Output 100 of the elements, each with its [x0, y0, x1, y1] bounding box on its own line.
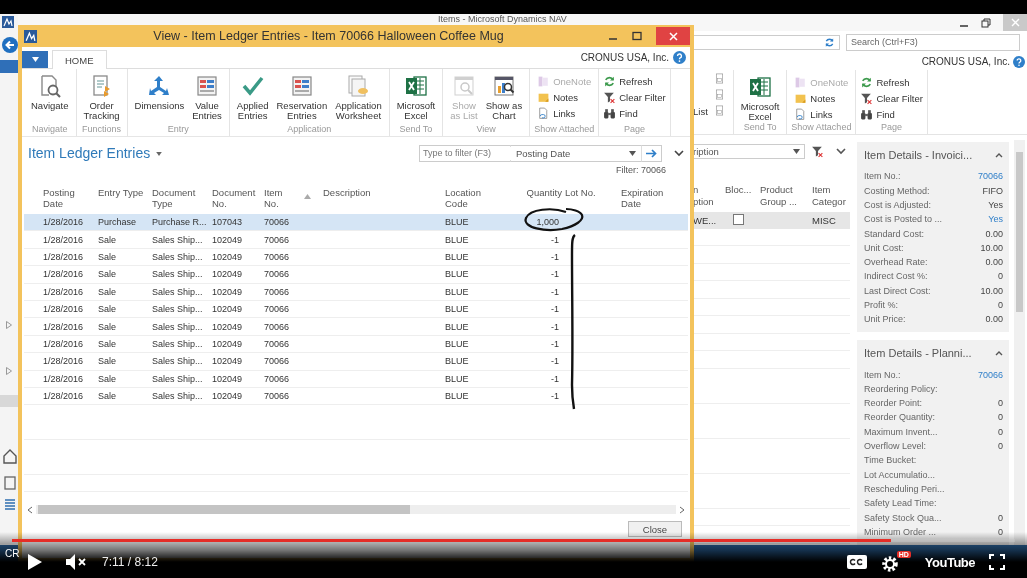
table-row[interactable]: 1/28/2016 Sale Sales Ship... 102049 70066 BLUE -1 — [24, 231, 688, 249]
dropdown-icon[interactable] — [156, 152, 163, 156]
table-row[interactable]: 1/28/2016 Sale Sales Ship... 102049 70066 BLUE -1 — [24, 266, 688, 284]
expand-icon[interactable] — [6, 367, 12, 375]
help-icon[interactable] — [1013, 55, 1025, 68]
table-cell-text: Sale — [98, 251, 117, 262]
table-cell-text: 70066 — [264, 338, 291, 349]
column-header[interactable]: Lot No. — [565, 187, 621, 214]
table-row[interactable]: 1/28/2016 Sale Sales Ship... 102049 70066 BLUE -1 — [24, 283, 688, 301]
ribbon-button[interactable]: Value Entries — [189, 71, 225, 124]
close-button[interactable]: Close — [628, 521, 682, 537]
refresh-icon[interactable] — [824, 36, 835, 48]
field-link[interactable]: 70066 — [977, 171, 1003, 182]
captions-button[interactable] — [846, 555, 867, 569]
collapse-icon[interactable] — [995, 151, 1003, 158]
back-button[interactable] — [2, 37, 18, 53]
play-button[interactable] — [28, 554, 42, 570]
ribbon-button[interactable]: Find — [603, 107, 666, 120]
ribbon-button[interactable]: Links — [537, 107, 592, 120]
table-row[interactable]: WE... MISC — [693, 212, 850, 230]
youtube-logo[interactable]: YouTube — [924, 554, 975, 570]
column-header[interactable]: Description — [323, 187, 445, 214]
column-header[interactable]: Document No. — [212, 187, 264, 214]
restore-button[interactable] — [981, 17, 991, 28]
ribbon-group-label: Application — [287, 124, 332, 136]
column-header[interactable]: Item Categor — [812, 184, 850, 213]
table-cell-text: -1 — [550, 269, 560, 280]
ribbon-button[interactable]: Notes — [537, 91, 592, 104]
search-field[interactable]: Search (Ctrl+F3) — [846, 33, 1020, 51]
table-row[interactable]: 1/28/2016 Purchase Purchase R... 107043 70066 BLUE 1,000 — [24, 214, 688, 232]
checkbox[interactable] — [733, 214, 744, 226]
scroll-left-icon[interactable] — [27, 505, 33, 514]
column-header[interactable]: Location Code — [445, 187, 515, 214]
table-cell-text: -1 — [550, 373, 560, 384]
column-header[interactable]: Posting Date — [43, 187, 98, 214]
table-cell-text: Sale — [98, 269, 117, 280]
help-icon[interactable] — [673, 51, 686, 64]
ribbon-button[interactable]: Dimensions — [131, 71, 188, 124]
ribbon-tab[interactable]: HOME — [52, 50, 107, 69]
muted-speaker-button[interactable] — [66, 554, 88, 570]
column-header[interactable]: Bloc... — [725, 184, 760, 213]
ribbon-button[interactable]: Applied Entries — [233, 71, 272, 124]
address-field[interactable] — [693, 34, 840, 50]
table-row[interactable]: 1/28/2016 Sale Sales Ship... 102049 70066 BLUE -1 — [24, 353, 688, 371]
table-cell-text: 70066 — [264, 286, 291, 297]
ribbon-button[interactable]: Refresh — [860, 76, 923, 90]
vertical-scrollbar[interactable] — [1014, 140, 1025, 545]
field-link[interactable]: 70066 — [977, 369, 1003, 380]
column-header[interactable]: n ption — [693, 184, 725, 213]
fullscreen-button[interactable] — [989, 554, 1005, 570]
field-link[interactable]: Yes — [988, 214, 1003, 225]
filter-column-select[interactable]: Posting Date — [511, 144, 642, 162]
column-header[interactable]: Product Group ... — [760, 184, 812, 213]
maximize-button[interactable] — [632, 31, 642, 41]
table-cell-text: 70066 — [264, 234, 291, 245]
filter-field-select[interactable]: ription — [693, 144, 805, 160]
table-cell-text: 107043 — [212, 217, 244, 228]
apply-filter-button[interactable] — [642, 144, 662, 162]
ribbon-button[interactable]: Microsoft Excel — [737, 72, 783, 123]
field-label: Indirect Cost %: — [864, 271, 928, 282]
application-menu-button[interactable] — [22, 51, 48, 68]
column-header[interactable]: Quantity — [515, 187, 565, 214]
table-cell-text: 102049 — [212, 321, 244, 332]
ribbon-button[interactable]: Clear Filter — [603, 91, 666, 104]
ribbon-button[interactable]: Microsoft Excel — [393, 71, 439, 124]
ribbon-button[interactable]: Order Tracking — [80, 71, 123, 124]
list-icon[interactable] — [3, 498, 17, 512]
column-header[interactable]: Expiration Date — [621, 187, 677, 214]
dropdown-icon — [31, 57, 39, 62]
ribbon-button[interactable]: Find — [860, 108, 923, 122]
table-cell-text: 1/28/2016 — [43, 217, 85, 228]
ribbon-button[interactable]: Clear Filter — [860, 92, 923, 106]
ribbon-button[interactable]: Refresh — [603, 75, 666, 88]
chevron-down-icon[interactable] — [674, 149, 684, 157]
ribbon-button[interactable]: Reservation Entries — [273, 71, 331, 124]
ribbon-button[interactable]: Show as Chart — [482, 71, 526, 124]
table-row[interactable]: 1/28/2016 Sale Sales Ship... 102049 70066 BLUE -1 — [24, 318, 688, 336]
scroll-right-icon[interactable] — [679, 505, 685, 514]
filter-field[interactable]: Type to filter (F3) — [419, 144, 511, 162]
table-row[interactable]: 1/28/2016 Sale Sales Ship... 102049 70066 BLUE -1 — [24, 300, 688, 319]
chevron-down-icon[interactable] — [836, 148, 846, 156]
table-row[interactable]: 1/28/2016 Sale Sales Ship... 102049 70066 BLUE -1 — [24, 335, 688, 354]
column-header[interactable]: Item No. — [264, 187, 323, 214]
table-cell-text: 70066 — [264, 269, 291, 280]
ribbon-button[interactable]: Navigate — [28, 71, 72, 124]
collapse-icon[interactable] — [995, 349, 1003, 356]
column-header[interactable]: Entry Type — [98, 187, 152, 214]
table-cell-text: 1/28/2016 — [43, 356, 85, 367]
home-icon[interactable] — [3, 448, 17, 464]
table-row[interactable]: 1/28/2016 Sale Sales Ship... 102049 70066 BLUE -1 — [24, 370, 688, 388]
table-row[interactable]: 1/28/2016 Sale Sales Ship... 102049 70066 BLUE -1 — [24, 248, 688, 267]
close-button[interactable] — [656, 27, 690, 45]
ribbon-button-label[interactable]: List — [693, 106, 708, 118]
ribbon-button[interactable]: Links — [794, 108, 849, 122]
settings-icon — [880, 555, 899, 573]
document-icon[interactable] — [3, 476, 17, 490]
ribbon-button[interactable]: Application Worksheet — [332, 71, 385, 124]
ribbon-button[interactable]: Notes — [794, 92, 849, 106]
expand-icon[interactable] — [6, 321, 12, 329]
column-header[interactable]: Document Type — [152, 187, 212, 214]
